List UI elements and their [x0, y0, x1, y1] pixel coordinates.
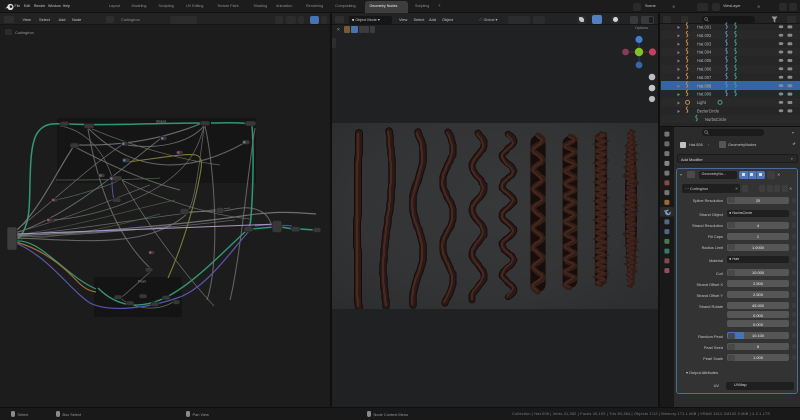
svg-text:Hat.004: Hat.004: [697, 50, 712, 55]
svg-text:Hat.003: Hat.003: [697, 41, 712, 46]
svg-text:NurbsCircle: NurbsCircle: [705, 117, 727, 122]
svg-text:Hat.001: Hat.001: [697, 25, 712, 30]
svg-text:BezierCircle: BezierCircle: [697, 109, 720, 114]
svg-text:Hat.002: Hat.002: [697, 33, 712, 38]
svg-text:Light: Light: [697, 100, 707, 105]
svg-text:Hat.008: Hat.008: [697, 83, 712, 88]
svg-text:Hat.005: Hat.005: [697, 58, 712, 63]
svg-text:Hat.006: Hat.006: [697, 67, 712, 72]
svg-text:Hat.007: Hat.007: [697, 75, 712, 80]
svg-text:Hat.009: Hat.009: [697, 92, 712, 97]
